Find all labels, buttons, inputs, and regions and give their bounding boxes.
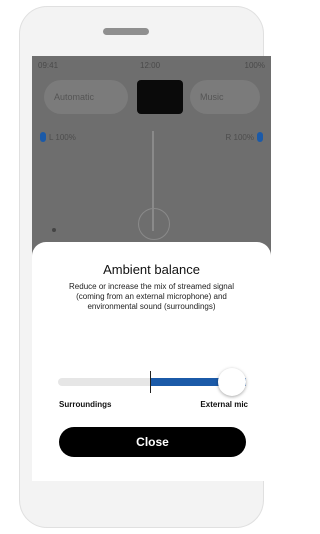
- status-battery: 100%: [244, 61, 265, 70]
- right-ear-icon: [257, 132, 263, 142]
- volume-right: R 100%: [226, 132, 263, 142]
- device-speaker: [103, 28, 149, 35]
- program-selector: Automatic Music: [32, 80, 271, 114]
- volume-slider-knob: [138, 208, 170, 240]
- sheet-title: Ambient balance: [103, 262, 200, 277]
- slider-left-label: Surroundings: [59, 400, 112, 409]
- program-music[interactable]: Music: [190, 80, 260, 114]
- indicator-dot: [52, 228, 56, 232]
- slider-center-tick: [150, 371, 151, 393]
- status-time: 09:41: [38, 61, 59, 70]
- left-ear-icon: [40, 132, 46, 142]
- slider-right-label: External mic: [200, 400, 248, 409]
- ambient-balance-slider[interactable]: [58, 368, 248, 398]
- volume-left: L 100%: [40, 132, 76, 142]
- status-clock: 12:00: [140, 61, 161, 70]
- program-automatic-label: Automatic: [54, 92, 95, 102]
- volume-right-value: R 100%: [225, 132, 254, 142]
- status-bar: 09:41 12:00 100%: [32, 56, 271, 74]
- program-active[interactable]: [137, 80, 183, 114]
- program-music-label: Music: [200, 92, 224, 102]
- program-automatic[interactable]: Automatic: [44, 80, 128, 114]
- close-button[interactable]: Close: [59, 427, 246, 457]
- slider-track-surroundings: [58, 378, 151, 386]
- slider-knob[interactable]: [218, 368, 246, 396]
- app-screen: 09:41 12:00 100% Automatic Music L 100% …: [32, 56, 271, 481]
- sheet-description: Reduce or increase the mix of streamed s…: [69, 282, 234, 311]
- ambient-balance-sheet: Ambient balance Reduce or increase the m…: [32, 242, 271, 481]
- volume-left-value: L 100%: [49, 132, 76, 142]
